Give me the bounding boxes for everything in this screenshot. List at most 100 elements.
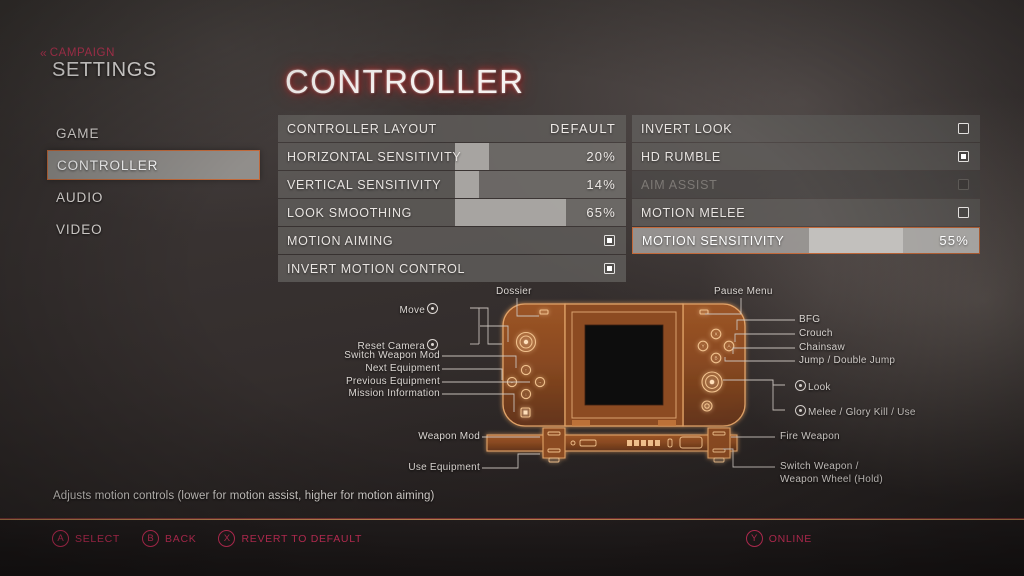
breadcrumb-parent[interactable]: CAMPAIGN: [50, 47, 115, 59]
setting-label: HORIZONTAL SENSITIVITY: [287, 149, 462, 164]
button-prompt-label: REVERT TO DEFAULT: [241, 532, 363, 545]
svg-text:B: B: [714, 356, 717, 361]
setting-row[interactable]: INVERT LOOK: [632, 115, 980, 142]
checkbox-mark: [961, 154, 966, 159]
checkbox-checked-icon[interactable]: [604, 235, 615, 246]
diagram-label-chainsaw: Chainsaw: [799, 342, 845, 353]
diagram-label-switch-weapon-mod: Switch Weapon Mod: [344, 350, 440, 361]
diagram-label-move: Move: [340, 302, 440, 316]
checkbox-unchecked-icon[interactable]: [958, 123, 969, 134]
setting-value: 65%: [586, 205, 616, 220]
setting-label: MOTION MELEE: [641, 205, 746, 220]
diagram-label-melee: Melee / Glory Kill / Use: [793, 404, 916, 418]
diagram-label-use-equipment: Use Equipment: [408, 462, 480, 473]
checkbox-unchecked-icon: [958, 179, 969, 190]
setting-row[interactable]: INVERT MOTION CONTROL: [278, 255, 626, 282]
setting-label: INVERT MOTION CONTROL: [287, 261, 466, 276]
stick-press-icon: [427, 339, 438, 350]
setting-value: 20%: [586, 149, 616, 164]
setting-label: HD RUMBLE: [641, 149, 721, 164]
sidebar-item-label: AUDIO: [56, 189, 104, 205]
diagram-label-dossier: Dossier: [496, 286, 532, 297]
controller-diagram-svg: ↑← →↓ XY AB: [442, 298, 795, 469]
setting-row[interactable]: VERTICAL SENSITIVITY 14%: [278, 171, 626, 198]
sidebar-item-label: CONTROLLER: [57, 157, 159, 173]
settings-heading: SETTINGS: [52, 59, 157, 81]
sidebar-item-label: VIDEO: [56, 221, 103, 237]
checkbox-mark: [607, 238, 612, 243]
stick-icon: [795, 380, 806, 391]
diagram-label-bfg: BFG: [799, 314, 821, 325]
settings-panel-right: INVERT LOOK HD RUMBLE AIM ASSIST MOTION MEL…: [632, 115, 980, 255]
sidebar-item-audio[interactable]: AUDIO: [47, 182, 260, 212]
settings-screen: « CAMPAIGN SETTINGS GAME CONTROLLER AUDI…: [0, 0, 1024, 576]
setting-row[interactable]: LOOK SMOOTHING 65%: [278, 199, 626, 226]
diagram-label-pause-menu: Pause Menu: [714, 286, 773, 297]
button-prompt-label: SELECT: [75, 532, 121, 545]
button-x-icon: X: [218, 530, 236, 547]
svg-text:→: →: [538, 380, 542, 385]
controller-diagram: ↑ ← → ↓ XY AB Move Reset Camera Switch W…: [0, 282, 1024, 492]
diagram-label-switch-weapon-line2: Weapon Wheel (Hold): [780, 474, 883, 485]
setting-row[interactable]: CONTROLLER LAYOUT DEFAULT: [278, 115, 626, 142]
setting-row[interactable]: MOTION SENSITIVITY 55%: [632, 227, 980, 254]
button-prompt[interactable]: Y ONLINE: [745, 530, 812, 547]
checkbox-mark: [961, 210, 966, 215]
button-prompt[interactable]: A SELECT: [52, 530, 120, 547]
sidebar-item-game[interactable]: GAME: [47, 118, 260, 148]
setting-row: AIM ASSIST: [632, 171, 980, 198]
setting-value: 55%: [939, 233, 969, 248]
checkbox-mark: [607, 266, 612, 271]
setting-row[interactable]: MOTION MELEE: [632, 199, 980, 226]
back-chevron-icon[interactable]: «: [40, 47, 47, 59]
setting-label: CONTROLLER LAYOUT: [287, 121, 437, 136]
diagram-label-fire-weapon: Fire Weapon: [780, 431, 840, 442]
diagram-label-crouch: Crouch: [799, 328, 833, 339]
setting-label: MOTION AIMING: [287, 233, 394, 248]
setting-row[interactable]: HORIZONTAL SENSITIVITY 20%: [278, 143, 626, 170]
checkbox-checked-icon[interactable]: [604, 263, 615, 274]
checkbox-mark: [961, 126, 966, 131]
checkbox-mark: [961, 182, 966, 187]
diagram-label-next-equipment: Next Equipment: [365, 363, 440, 374]
setting-label: MOTION SENSITIVITY: [642, 233, 785, 248]
button-y-icon: Y: [745, 530, 763, 547]
diagram-label-jump: Jump / Double Jump: [799, 355, 896, 366]
slider-fill[interactable]: [455, 171, 479, 198]
svg-text:↑: ↑: [525, 368, 527, 373]
slider-fill[interactable]: [809, 228, 904, 253]
button-prompt[interactable]: B BACK: [142, 530, 196, 547]
setting-value: DEFAULT: [550, 121, 616, 136]
svg-text:X: X: [714, 332, 717, 337]
sidebar-item-label: GAME: [56, 125, 100, 141]
checkbox-unchecked-icon[interactable]: [958, 207, 969, 218]
diagram-label-switch-weapon-line1: Switch Weapon /: [780, 461, 859, 472]
diagram-label-mission-information: Mission Information: [348, 388, 440, 399]
sidebar-item-controller[interactable]: CONTROLLER: [47, 150, 260, 180]
page-title: CONTROLLER: [285, 63, 525, 100]
stick-press-icon: [795, 405, 806, 416]
setting-label: LOOK SMOOTHING: [287, 205, 413, 220]
setting-row[interactable]: MOTION AIMING: [278, 227, 626, 254]
button-prompt-label: ONLINE: [768, 532, 812, 545]
setting-label: VERTICAL SENSITIVITY: [287, 177, 442, 192]
setting-label: AIM ASSIST: [641, 177, 718, 192]
button-prompt[interactable]: X REVERT TO DEFAULT: [218, 530, 362, 547]
button-prompt-label: BACK: [165, 532, 197, 545]
setting-row[interactable]: HD RUMBLE: [632, 143, 980, 170]
button-prompts-right: Y ONLINE: [745, 530, 812, 547]
button-b-icon: B: [142, 530, 160, 547]
settings-panel-left: CONTROLLER LAYOUT DEFAULT HORIZONTAL SENSI…: [278, 115, 626, 283]
setting-value: 14%: [586, 177, 616, 192]
checkbox-checked-icon[interactable]: [958, 151, 969, 162]
setting-description: Adjusts motion controls (lower for motio…: [53, 490, 435, 502]
diagram-label-previous-equipment: Previous Equipment: [346, 376, 440, 387]
button-a-icon: A: [52, 530, 69, 547]
svg-text:↓: ↓: [525, 392, 527, 397]
breadcrumb[interactable]: « CAMPAIGN: [40, 47, 115, 59]
diagram-label-look: Look: [793, 379, 831, 393]
svg-text:Y: Y: [701, 344, 704, 349]
sidebar-item-video[interactable]: VIDEO: [47, 214, 260, 244]
footer-bar: [0, 519, 1024, 576]
slider-fill[interactable]: [455, 199, 567, 226]
